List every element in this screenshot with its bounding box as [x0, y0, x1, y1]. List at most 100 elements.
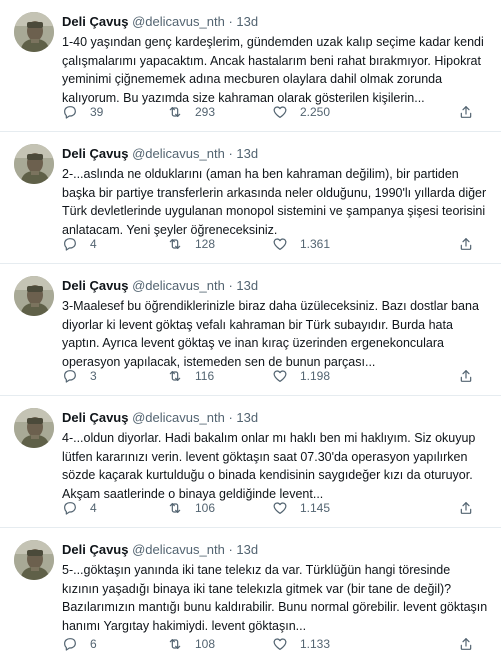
- reply-count: 4: [90, 501, 97, 515]
- tweet-timestamp[interactable]: 13d: [236, 542, 258, 557]
- tweet-text: 3-Maalesef bu öğrendiklerinizle biraz da…: [62, 299, 479, 369]
- heart-icon: [273, 106, 287, 118]
- like-button[interactable]: 1.145: [272, 500, 377, 516]
- author-name[interactable]: Deli Çavuş: [62, 542, 128, 557]
- reply-count: 3: [90, 369, 97, 383]
- like-button[interactable]: 1.361: [272, 236, 377, 252]
- tweet[interactable]: Deli Çavuş @delicavus_nth · 13d 3-Maales…: [0, 264, 501, 396]
- retweet-count: 116: [195, 369, 215, 383]
- retweet-icon: [169, 371, 181, 381]
- tweet-text: 1-40 yaşından genç kardeşlerim, gündemde…: [62, 35, 484, 105]
- reply-button[interactable]: 3: [62, 368, 167, 384]
- retweet-button[interactable]: 106: [167, 500, 272, 516]
- retweet-icon: [169, 107, 181, 117]
- like-count: 2.250: [300, 105, 331, 119]
- header-separator: ·: [228, 146, 233, 161]
- reply-icon: [64, 638, 76, 651]
- like-button[interactable]: 1.198: [272, 368, 377, 384]
- header-separator: ·: [228, 542, 233, 557]
- author-handle[interactable]: @delicavus_nth: [132, 542, 225, 557]
- share-button[interactable]: [458, 636, 474, 652]
- share-button[interactable]: [458, 236, 474, 252]
- tweet-actions: 3 116 1.198: [62, 367, 482, 385]
- author-name[interactable]: Deli Çavuş: [62, 278, 128, 293]
- reply-count: 4: [90, 237, 97, 251]
- tweet-content: Deli Çavuş @delicavus_nth · 13d 1-40 yaş…: [62, 12, 490, 107]
- header-separator: ·: [228, 278, 233, 293]
- tweet-header: Deli Çavuş @delicavus_nth · 13d: [62, 408, 490, 427]
- tweet[interactable]: Deli Çavuş @delicavus_nth · 13d 2-...asl…: [0, 132, 501, 264]
- reply-button[interactable]: 6: [62, 636, 167, 652]
- reply-count: 6: [90, 637, 97, 651]
- tweet-text: 2-...aslında ne olduklarını (aman ha ben…: [62, 167, 487, 237]
- author-handle[interactable]: @delicavus_nth: [132, 410, 225, 425]
- tweet-content: Deli Çavuş @delicavus_nth · 13d 2-...asl…: [62, 144, 490, 239]
- author-name[interactable]: Deli Çavuş: [62, 14, 128, 29]
- share-icon: [460, 370, 472, 382]
- tweet-header: Deli Çavuş @delicavus_nth · 13d: [62, 12, 490, 31]
- retweet-button[interactable]: 293: [167, 104, 272, 120]
- tweet-header: Deli Çavuş @delicavus_nth · 13d: [62, 276, 490, 295]
- tweet-text: 5-...göktaşın yanında iki tane telekız d…: [62, 563, 488, 633]
- retweet-count: 108: [195, 637, 216, 651]
- author-handle[interactable]: @delicavus_nth: [132, 14, 225, 29]
- share-icon: [460, 238, 472, 250]
- reply-icon: [64, 370, 76, 383]
- avatar[interactable]: [14, 12, 54, 52]
- share-icon: [460, 638, 472, 650]
- header-separator: ·: [228, 410, 233, 425]
- tweet-actions: 39 293 2.250: [62, 103, 482, 121]
- tweet-content: Deli Çavuş @delicavus_nth · 13d 4-...old…: [62, 408, 490, 503]
- tweet[interactable]: Deli Çavuş @delicavus_nth · 13d 4-...old…: [0, 396, 501, 528]
- author-handle[interactable]: @delicavus_nth: [132, 278, 225, 293]
- tweet-timestamp[interactable]: 13d: [236, 14, 258, 29]
- share-button[interactable]: [458, 104, 474, 120]
- tweet-text: 4-...oldun diyorlar. Hadi bakalım onlar …: [62, 431, 476, 501]
- tweet-actions: 6 108 1.133: [62, 635, 482, 653]
- author-name[interactable]: Deli Çavuş: [62, 146, 128, 161]
- author-handle[interactable]: @delicavus_nth: [132, 146, 225, 161]
- tweet[interactable]: Deli Çavuş @delicavus_nth · 13d 5-...gök…: [0, 528, 501, 663]
- retweet-count: 293: [195, 105, 216, 119]
- share-icon: [460, 502, 472, 514]
- like-button[interactable]: 1.133: [272, 636, 377, 652]
- retweet-count: 128: [195, 237, 216, 251]
- reply-button[interactable]: 4: [62, 236, 167, 252]
- header-separator: ·: [228, 14, 233, 29]
- heart-icon: [273, 638, 287, 650]
- retweet-button[interactable]: 116: [167, 368, 272, 384]
- heart-icon: [273, 502, 287, 514]
- reply-button[interactable]: 39: [62, 104, 167, 120]
- tweet-content: Deli Çavuş @delicavus_nth · 13d 3-Maales…: [62, 276, 490, 371]
- retweet-button[interactable]: 128: [167, 236, 272, 252]
- tweet[interactable]: Deli Çavuş @delicavus_nth · 13d 1-40 yaş…: [0, 0, 501, 132]
- retweet-icon: [169, 239, 181, 249]
- tweet-content: Deli Çavuş @delicavus_nth · 13d 5-...gök…: [62, 540, 490, 635]
- tweet-timestamp[interactable]: 13d: [236, 146, 258, 161]
- like-count: 1.198: [300, 369, 331, 383]
- like-button[interactable]: 2.250: [272, 104, 377, 120]
- share-button[interactable]: [458, 500, 474, 516]
- tweet-actions: 4 128 1.361: [62, 235, 482, 253]
- retweet-icon: [169, 503, 181, 513]
- like-count: 1.145: [300, 501, 331, 515]
- reply-button[interactable]: 4: [62, 500, 167, 516]
- avatar[interactable]: [14, 144, 54, 184]
- tweet-header: Deli Çavuş @delicavus_nth · 13d: [62, 144, 490, 163]
- retweet-count: 106: [195, 501, 216, 515]
- reply-count: 39: [90, 105, 104, 119]
- avatar[interactable]: [14, 276, 54, 316]
- like-count: 1.361: [300, 237, 331, 251]
- author-name[interactable]: Deli Çavuş: [62, 410, 128, 425]
- like-count: 1.133: [300, 637, 331, 651]
- retweet-icon: [169, 639, 181, 649]
- tweet-timestamp[interactable]: 13d: [236, 278, 258, 293]
- share-icon: [460, 106, 472, 118]
- share-button[interactable]: [458, 368, 474, 384]
- avatar[interactable]: [14, 408, 54, 448]
- avatar[interactable]: [14, 540, 54, 580]
- tweet-timestamp[interactable]: 13d: [236, 410, 258, 425]
- retweet-button[interactable]: 108: [167, 636, 272, 652]
- heart-icon: [273, 238, 287, 250]
- tweet-actions: 4 106 1.145: [62, 499, 482, 517]
